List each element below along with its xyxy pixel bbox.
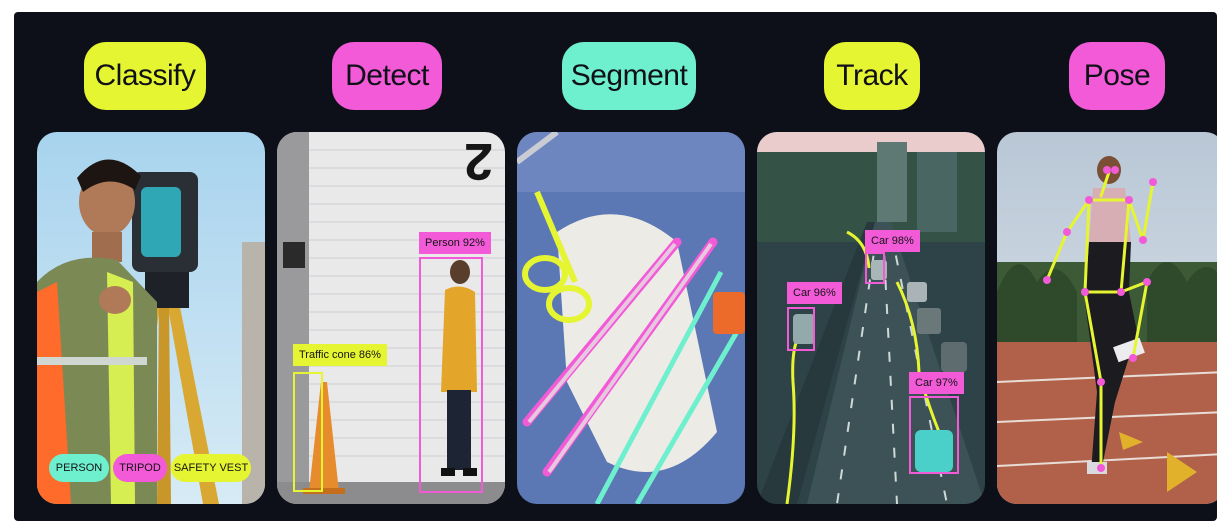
segment-card[interactable] [517, 132, 745, 504]
task-pill-detect[interactable]: Detect [332, 42, 442, 110]
car-97-label: Car 97% [909, 372, 964, 394]
ultralytics-tasks-banner: Classify Detect Segment Track Pose PERSO… [14, 12, 1217, 521]
car-97-bounding-box [909, 396, 959, 474]
cone-bounding-box [293, 372, 323, 492]
task-label: Track [836, 59, 908, 92]
car-98-label: Car 98% [865, 230, 920, 252]
surgical-tools-photo-icon [517, 132, 745, 504]
task-label: Classify [94, 59, 196, 92]
svg-text:2: 2 [464, 132, 493, 190]
surveyor-photo-icon [37, 132, 265, 504]
task-pill-segment[interactable]: Segment [562, 42, 696, 110]
chip-safety-vest: SAFETY VEST [171, 454, 251, 482]
task-pill-pose[interactable]: Pose [1069, 42, 1165, 110]
task-label: Pose [1083, 59, 1151, 92]
car-96-bounding-box [787, 307, 815, 351]
detect-card[interactable]: 2 Traffic cone 86% Person 92% [277, 132, 505, 504]
person-bounding-box [419, 257, 483, 493]
person-label: Person 92% [419, 232, 491, 254]
car-98-bounding-box [865, 252, 885, 284]
cone-label: Traffic cone 86% [293, 344, 387, 366]
chip-tripod: TRIPOD [113, 454, 167, 482]
task-label: Detect [345, 59, 429, 92]
classify-card[interactable]: PERSON TRIPOD SAFETY VEST [37, 132, 265, 504]
pose-card[interactable] [997, 132, 1217, 504]
car-96-label: Car 96% [787, 282, 842, 304]
task-pill-classify[interactable]: Classify [84, 42, 206, 110]
task-label: Segment [570, 59, 688, 92]
runner-photo-icon [997, 132, 1217, 504]
track-card[interactable]: Car 96% Car 98% Car 97% [757, 132, 985, 504]
task-pill-track[interactable]: Track [824, 42, 920, 110]
chip-person: PERSON [49, 454, 109, 482]
